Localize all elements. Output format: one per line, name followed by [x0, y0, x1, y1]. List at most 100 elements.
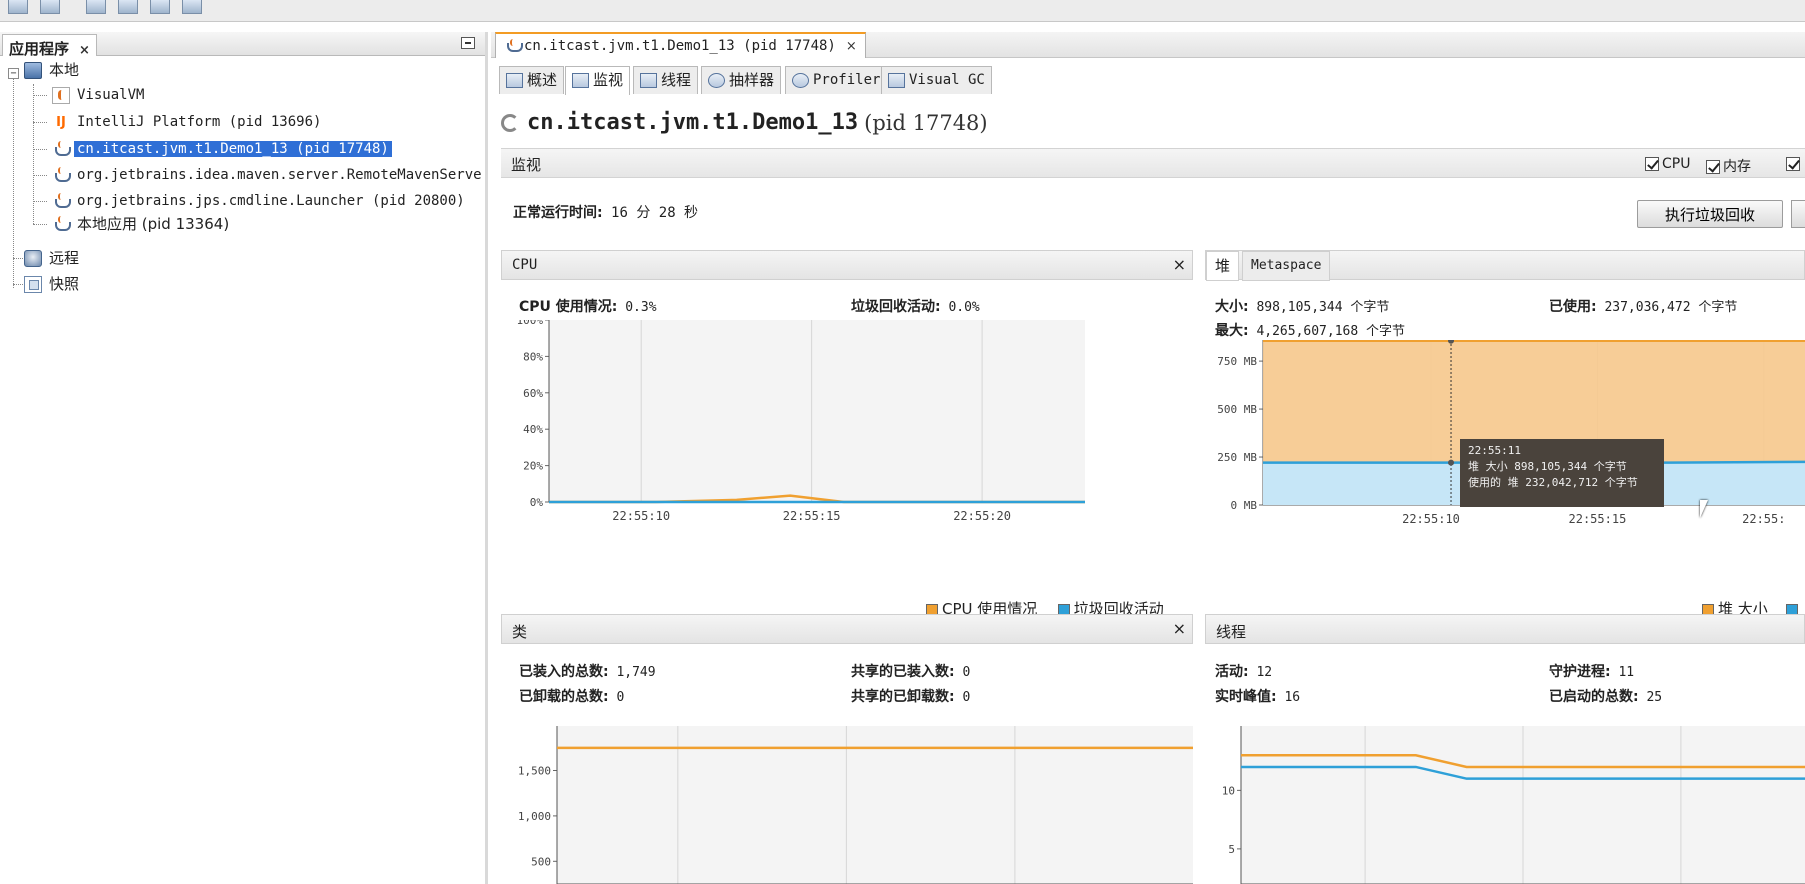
tab-heap[interactable]: 堆 — [1206, 251, 1240, 281]
x-tick-label: 22:55: — [1742, 512, 1785, 526]
java-app-icon — [52, 140, 71, 158]
applications-tab-label: 应用程序 — [9, 40, 70, 58]
tab-visual-gc[interactable]: Visual GC — [881, 66, 992, 94]
document-tabbar: cn.itcast.jvm.t1.Demo1_13 (pid 17748) × — [491, 32, 1805, 58]
y-tick-label: 60% — [523, 387, 543, 400]
java-app-icon — [504, 38, 523, 54]
heap-used-value: 237,036,472 个字节 — [1604, 300, 1738, 315]
applications-tab[interactable]: 应用程序 × — [2, 34, 97, 58]
save-icon[interactable] — [40, 0, 60, 14]
collapse-local-toggle[interactable]: − — [8, 68, 19, 79]
monitor-header: 监视 CPU 内存 — [501, 148, 1805, 178]
thread-dump-icon[interactable] — [150, 0, 170, 14]
applications-panel: 应用程序 × − 本地 VisualVM IJ IntelliJ Platform … — [0, 32, 488, 884]
threads-chart: 10 5 — [1222, 726, 1805, 884]
heap-tooltip: 22:55:11 堆 大小 898,105,344 个字节 使用的 堆 232,… — [1460, 439, 1664, 507]
tooltip-heap-used: 使用的 堆 232,042,712 个字节 — [1468, 476, 1638, 489]
tree-item-visualvm[interactable]: VisualVM — [52, 84, 147, 106]
cpu-chart: 100% 80% 60% 40% 20% 0% 22:55:10 22:55:15 22:55:… — [517, 320, 1085, 523]
loaded-total-stat: 已装入的总数: 1,749 — [519, 664, 656, 680]
tree-item-local-app[interactable]: 本地应用 (pid 13364) — [52, 213, 232, 235]
tree-item-demo1-13[interactable]: cn.itcast.jvm.t1.Demo1_13 (pid 17748) — [52, 138, 392, 160]
tree-item-intellij[interactable]: IJ IntelliJ Platform (pid 13696) — [52, 111, 324, 133]
heap-panel-header: 堆 Metaspace — [1205, 250, 1805, 281]
visual-gc-icon — [888, 72, 905, 88]
plot-area — [557, 726, 1193, 884]
overview-icon — [506, 73, 523, 88]
tree-connector — [33, 149, 47, 150]
threads-panel-title: 线程 — [1216, 623, 1247, 641]
y-tick-label: 1,000 — [518, 810, 551, 823]
x-tick-label: 22:55:15 — [1569, 512, 1627, 526]
open-file-icon[interactable] — [8, 0, 28, 14]
tree-connector — [33, 201, 47, 202]
java-app-icon — [52, 216, 71, 233]
applications-tab-close-icon[interactable]: × — [79, 43, 90, 58]
document-tab-demo1-13[interactable]: cn.itcast.jvm.t1.Demo1_13 (pid 17748) × — [495, 32, 866, 58]
java-app-icon — [52, 192, 71, 210]
classes-checkbox[interactable] — [1786, 156, 1803, 172]
classes-panel-header: 类 × — [501, 614, 1193, 644]
heap-dump-button[interactable] — [1791, 200, 1805, 228]
classes-panel-close-icon[interactable]: × — [1173, 619, 1186, 638]
snapshot-icon — [24, 276, 42, 293]
heap-used-stat: 已使用: 237,036,472 个字节 — [1549, 299, 1738, 315]
document-tab-close-icon[interactable]: × — [846, 39, 857, 54]
add-jmx-icon[interactable] — [86, 0, 106, 14]
cpu-panel-close-icon[interactable]: × — [1173, 255, 1186, 274]
daemon-threads-value: 11 — [1618, 665, 1635, 680]
tree-connector — [33, 84, 34, 224]
started-threads-value: 25 — [1646, 690, 1663, 705]
y-tick-label: 0% — [530, 496, 544, 509]
threads-icon — [640, 73, 657, 88]
applications-tabbar: 应用程序 × — [0, 32, 485, 58]
perform-gc-button[interactable]: 执行垃圾回收 — [1637, 200, 1783, 228]
tree-connector — [33, 95, 47, 96]
y-tick-label: 500 MB — [1217, 403, 1257, 416]
application-view: cn.itcast.jvm.t1.Demo1_13 (pid 17748) × 概… — [491, 22, 1805, 884]
started-threads-stat: 已启动的总数: 25 — [1549, 689, 1663, 705]
live-threads-value: 12 — [1256, 665, 1273, 680]
sampler-icon — [708, 73, 725, 88]
java-app-icon — [52, 166, 71, 184]
tab-monitor[interactable]: 监视 — [565, 66, 631, 95]
y-tick-label: 0 MB — [1231, 499, 1258, 512]
heap-dump-icon[interactable] — [118, 0, 138, 14]
tree-item-snapshots[interactable]: 快照 — [24, 273, 82, 295]
classes-chart: 1,500 1,000 500 — [518, 726, 1193, 884]
cpu-checkbox[interactable]: CPU — [1645, 156, 1690, 172]
main-toolbar — [0, 0, 1805, 22]
y-tick-label: 40% — [523, 423, 543, 436]
tab-threads[interactable]: 线程 — [633, 66, 699, 94]
tab-profiler[interactable]: Profiler — [785, 66, 888, 94]
tab-sampler[interactable]: 抽样器 — [701, 66, 782, 94]
cpu-panel: CPU × CPU 使用情况: 0.3% 垃圾回收活动: 0.0% 100% 80… — [501, 250, 1193, 620]
heap-max-value: 4,265,607,168 个字节 — [1256, 324, 1406, 339]
checkbox-icon — [1786, 157, 1800, 171]
remote-icon — [24, 250, 42, 267]
heap-max-stat: 最大: 4,265,607,168 个字节 — [1215, 323, 1406, 339]
tree-item-jps-launcher[interactable]: org.jetbrains.jps.cmdline.Launcher (pid … — [52, 190, 468, 212]
tree-item-remote[interactable]: 远程 — [24, 247, 82, 269]
y-tick-label: 100% — [517, 320, 544, 327]
tab-metaspace[interactable]: Metaspace — [1242, 251, 1331, 281]
memory-checkbox[interactable]: 内存 — [1706, 156, 1751, 176]
document-tab-label: cn.itcast.jvm.t1.Demo1_13 (pid 17748) — [524, 38, 836, 54]
y-tick-label: 20% — [523, 460, 543, 473]
checkbox-icon — [1706, 160, 1720, 174]
monitor-title: 监视 — [511, 156, 542, 174]
cpu-panel-title: CPU — [512, 257, 538, 273]
tree-item-local[interactable]: 本地 — [24, 59, 82, 81]
tab-overview[interactable]: 概述 — [499, 66, 565, 94]
x-tick-label: 22:55:10 — [1402, 512, 1460, 526]
snapshot-toolbar-icon[interactable] — [182, 0, 202, 14]
y-tick-label: 250 MB — [1217, 451, 1257, 464]
shared-unloaded-value: 0 — [962, 690, 971, 705]
minimize-icon[interactable] — [461, 37, 475, 49]
tree-connector — [33, 175, 47, 176]
y-tick-label: 1,500 — [518, 764, 551, 777]
cpu-usage-value: 0.3% — [625, 300, 657, 315]
crosshair-point — [1448, 459, 1455, 466]
y-tick-label: 80% — [523, 350, 543, 363]
tree-item-maven-server[interactable]: org.jetbrains.idea.maven.server.RemoteMa… — [52, 164, 485, 186]
